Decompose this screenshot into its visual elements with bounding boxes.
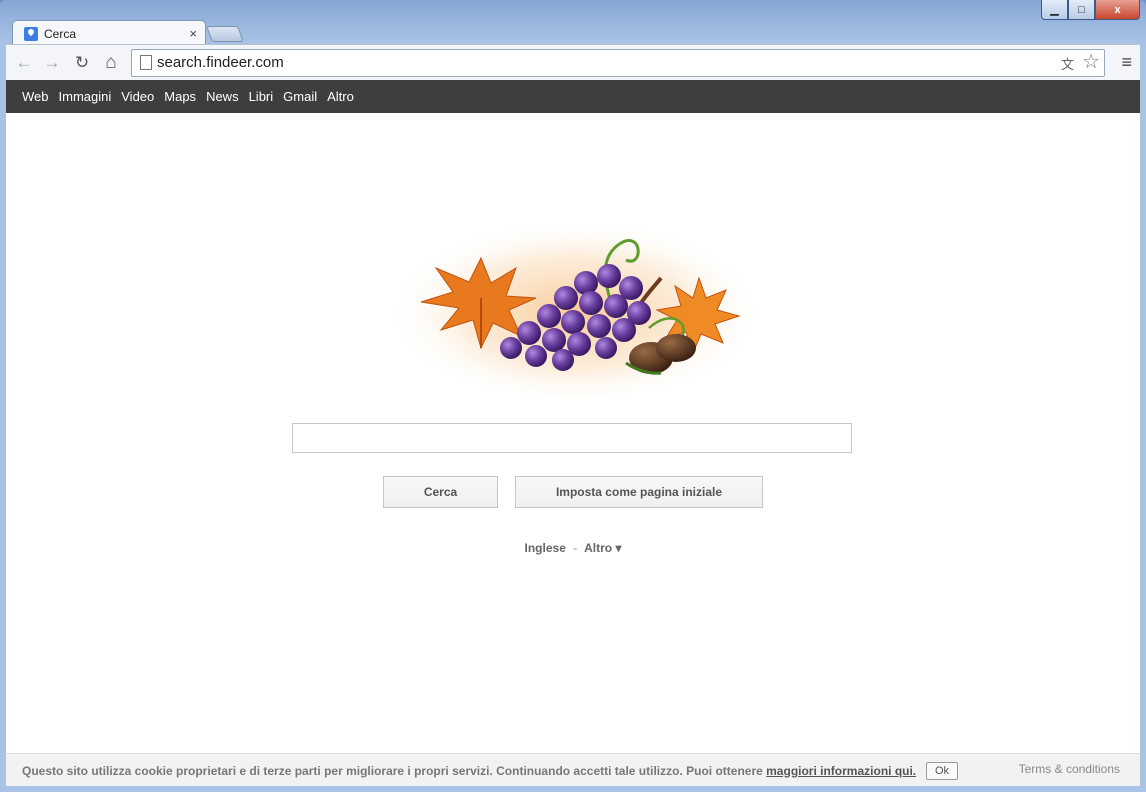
map-pin-favicon-icon — [24, 26, 38, 41]
forward-arrow-icon[interactable]: → — [42, 53, 62, 73]
home-icon[interactable]: ⌂ — [101, 53, 121, 73]
cookie-footer: Questo sito utilizza cookie proprietari … — [6, 753, 1140, 786]
cookie-text: Questo sito utilizza cookie proprietari … — [22, 764, 767, 778]
page-icon — [140, 55, 152, 70]
language-separator: - — [573, 541, 578, 555]
browser-tab[interactable]: Cerca × — [12, 20, 206, 46]
reload-icon[interactable]: ↻ — [72, 53, 92, 73]
top-navigation: Web Immagini Video Maps News Libri Gmail… — [6, 80, 1140, 113]
nav-item-web[interactable]: Web — [22, 89, 49, 104]
menu-icon[interactable]: ≡ — [1121, 53, 1132, 71]
browser-window: ▁ □ x Cerca × ← → ↻ ⌂ search.findeer.com… — [0, 0, 1146, 792]
translate-icon[interactable]: 文 — [1061, 54, 1074, 73]
back-arrow-icon[interactable]: ← — [14, 53, 34, 73]
address-bar[interactable]: search.findeer.com 文 ☆ — [131, 49, 1105, 77]
nav-item-news[interactable]: News — [206, 89, 239, 104]
page-content: Web Immagini Video Maps News Libri Gmail… — [6, 80, 1140, 786]
language-current[interactable]: Inglese — [525, 541, 566, 555]
set-homepage-button[interactable]: Imposta come pagina iniziale — [515, 476, 763, 508]
nav-item-video[interactable]: Video — [121, 89, 154, 104]
cookie-more-info-link[interactable]: maggiori informazioni qui. — [766, 764, 916, 778]
language-more-dropdown[interactable]: Altro ▾ — [584, 541, 621, 555]
language-selector: Inglese - Altro ▾ — [6, 541, 1140, 555]
nav-item-libri[interactable]: Libri — [249, 89, 274, 104]
tab-close-icon[interactable]: × — [189, 26, 197, 41]
nav-item-immagini[interactable]: Immagini — [59, 89, 112, 104]
window-controls: ▁ □ x — [1041, 0, 1140, 20]
star-icon[interactable]: ☆ — [1082, 50, 1100, 74]
nav-item-gmail[interactable]: Gmail — [283, 89, 317, 104]
nav-item-maps[interactable]: Maps — [164, 89, 196, 104]
cookie-notice: Questo sito utilizza cookie proprietari … — [22, 764, 916, 778]
search-button[interactable]: Cerca — [383, 476, 498, 508]
close-window-button[interactable]: x — [1095, 0, 1140, 20]
autumn-grapes-logo — [386, 208, 766, 398]
search-input[interactable] — [292, 423, 852, 453]
tab-title: Cerca — [44, 26, 77, 41]
terms-link[interactable]: Terms & conditions — [1019, 762, 1120, 776]
maximize-button[interactable]: □ — [1068, 0, 1095, 20]
new-tab-button[interactable] — [206, 26, 244, 42]
browser-toolbar: ← → ↻ ⌂ search.findeer.com 文 ☆ ≡ — [6, 44, 1140, 81]
cookie-ok-button[interactable]: Ok — [926, 762, 958, 780]
nav-item-altro[interactable]: Altro — [327, 89, 354, 104]
minimize-button[interactable]: ▁ — [1041, 0, 1068, 20]
url-text[interactable]: search.findeer.com — [157, 54, 284, 71]
